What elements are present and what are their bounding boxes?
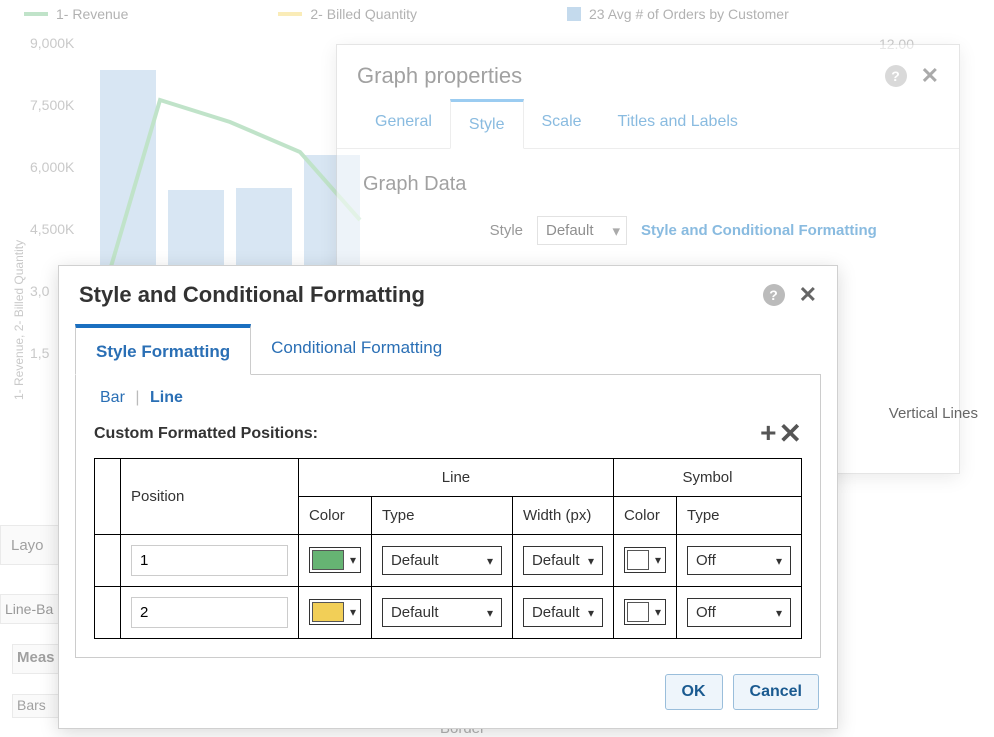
chart-legend: 1- Revenue 2- Billed Quantity 23 Avg # o… bbox=[24, 6, 789, 22]
y-tick: 7,500K bbox=[30, 97, 74, 113]
positions-table: Position Line Symbol Color Type Width (p… bbox=[94, 458, 802, 639]
tab-titles[interactable]: Titles and Labels bbox=[600, 99, 756, 148]
line-width-value: Default bbox=[532, 604, 580, 621]
subtab-bar[interactable]: Bar bbox=[94, 389, 131, 406]
style-label: Style bbox=[363, 222, 523, 239]
legend-swatch-billed bbox=[278, 12, 302, 16]
position-input[interactable] bbox=[131, 545, 288, 576]
y-tick: 4,500K bbox=[30, 221, 74, 237]
col-line-width: Width (px) bbox=[512, 497, 613, 535]
style-cond-format-dialog: Style and Conditional Formatting ? ✕ Sty… bbox=[58, 265, 838, 729]
y-tick: 6,000K bbox=[30, 159, 74, 175]
bars-fragment: Bars bbox=[12, 694, 60, 718]
close-icon[interactable]: ✕ bbox=[799, 282, 817, 308]
help-icon[interactable]: ? bbox=[885, 65, 907, 87]
line-bar-fragment: Line-Ba bbox=[0, 594, 62, 624]
cancel-button[interactable]: Cancel bbox=[733, 674, 819, 710]
line-color-picker[interactable]: ▾ bbox=[309, 599, 361, 625]
line-type-value: Default bbox=[391, 604, 439, 621]
add-position-icon[interactable]: + bbox=[760, 417, 776, 450]
table-row: ▾ Default▾ Default▾ ▾ Off▾ bbox=[95, 535, 802, 587]
symbol-color-picker[interactable]: ▾ bbox=[624, 599, 666, 625]
corner-cell bbox=[95, 459, 121, 535]
line-width-select[interactable]: Default▾ bbox=[523, 598, 603, 627]
style-cond-format-link[interactable]: Style and Conditional Formatting bbox=[641, 222, 877, 239]
graph-properties-title: Graph properties bbox=[357, 63, 522, 89]
col-symbol: Symbol bbox=[613, 459, 801, 497]
graph-data-heading: Graph Data bbox=[363, 173, 933, 196]
line-type-select[interactable]: Default▾ bbox=[382, 546, 502, 575]
scf-title: Style and Conditional Formatting bbox=[79, 282, 425, 308]
symbol-type-select[interactable]: Off▾ bbox=[687, 546, 791, 575]
vertical-lines-label: Vertical Lines bbox=[889, 405, 978, 422]
symbol-type-value: Off bbox=[696, 604, 716, 621]
line-type-value: Default bbox=[391, 552, 439, 569]
y-tick: 9,000K bbox=[30, 35, 74, 51]
col-symbol-color: Color bbox=[613, 497, 676, 535]
y-axis-label: 1- Revenue, 2- Billed Quantity bbox=[12, 240, 26, 400]
tab-scale[interactable]: Scale bbox=[524, 99, 600, 148]
symbol-type-select[interactable]: Off▾ bbox=[687, 598, 791, 627]
style-select-value: Default bbox=[546, 222, 594, 239]
layout-tab-fragment: Layo bbox=[0, 525, 64, 565]
legend-billed: 2- Billed Quantity bbox=[310, 6, 417, 22]
help-icon[interactable]: ? bbox=[763, 284, 785, 306]
style-select[interactable]: Default bbox=[537, 216, 627, 245]
ok-button[interactable]: OK bbox=[665, 674, 723, 710]
position-input[interactable] bbox=[131, 597, 288, 628]
subtab-line[interactable]: Line bbox=[144, 389, 189, 406]
subtab-divider: | bbox=[135, 389, 139, 406]
line-color-picker[interactable]: ▾ bbox=[309, 547, 361, 573]
legend-swatch-orders bbox=[567, 7, 581, 21]
tab-conditional-formatting[interactable]: Conditional Formatting bbox=[251, 324, 462, 374]
col-line: Line bbox=[298, 459, 613, 497]
custom-formatted-positions-label: Custom Formatted Positions: bbox=[94, 425, 318, 443]
legend-orders: 23 Avg # of Orders by Customer bbox=[589, 6, 789, 22]
tab-style-formatting[interactable]: Style Formatting bbox=[75, 324, 251, 375]
col-position: Position bbox=[121, 459, 299, 535]
measures-fragment: Meas bbox=[12, 644, 64, 674]
col-line-type: Type bbox=[371, 497, 512, 535]
symbol-color-picker[interactable]: ▾ bbox=[624, 547, 666, 573]
remove-position-icon[interactable]: ✕ bbox=[779, 417, 802, 450]
symbol-type-value: Off bbox=[696, 552, 716, 569]
table-row: ▾ Default▾ Default▾ ▾ Off▾ bbox=[95, 587, 802, 639]
line-width-value: Default bbox=[532, 552, 580, 569]
col-line-color: Color bbox=[298, 497, 371, 535]
line-width-select[interactable]: Default▾ bbox=[523, 546, 603, 575]
tab-general[interactable]: General bbox=[357, 99, 450, 148]
legend-swatch-revenue bbox=[24, 12, 48, 16]
col-symbol-type: Type bbox=[677, 497, 802, 535]
legend-revenue: 1- Revenue bbox=[56, 6, 128, 22]
close-icon[interactable]: ✕ bbox=[921, 63, 939, 89]
tab-style[interactable]: Style bbox=[450, 99, 524, 149]
line-type-select[interactable]: Default▾ bbox=[382, 598, 502, 627]
